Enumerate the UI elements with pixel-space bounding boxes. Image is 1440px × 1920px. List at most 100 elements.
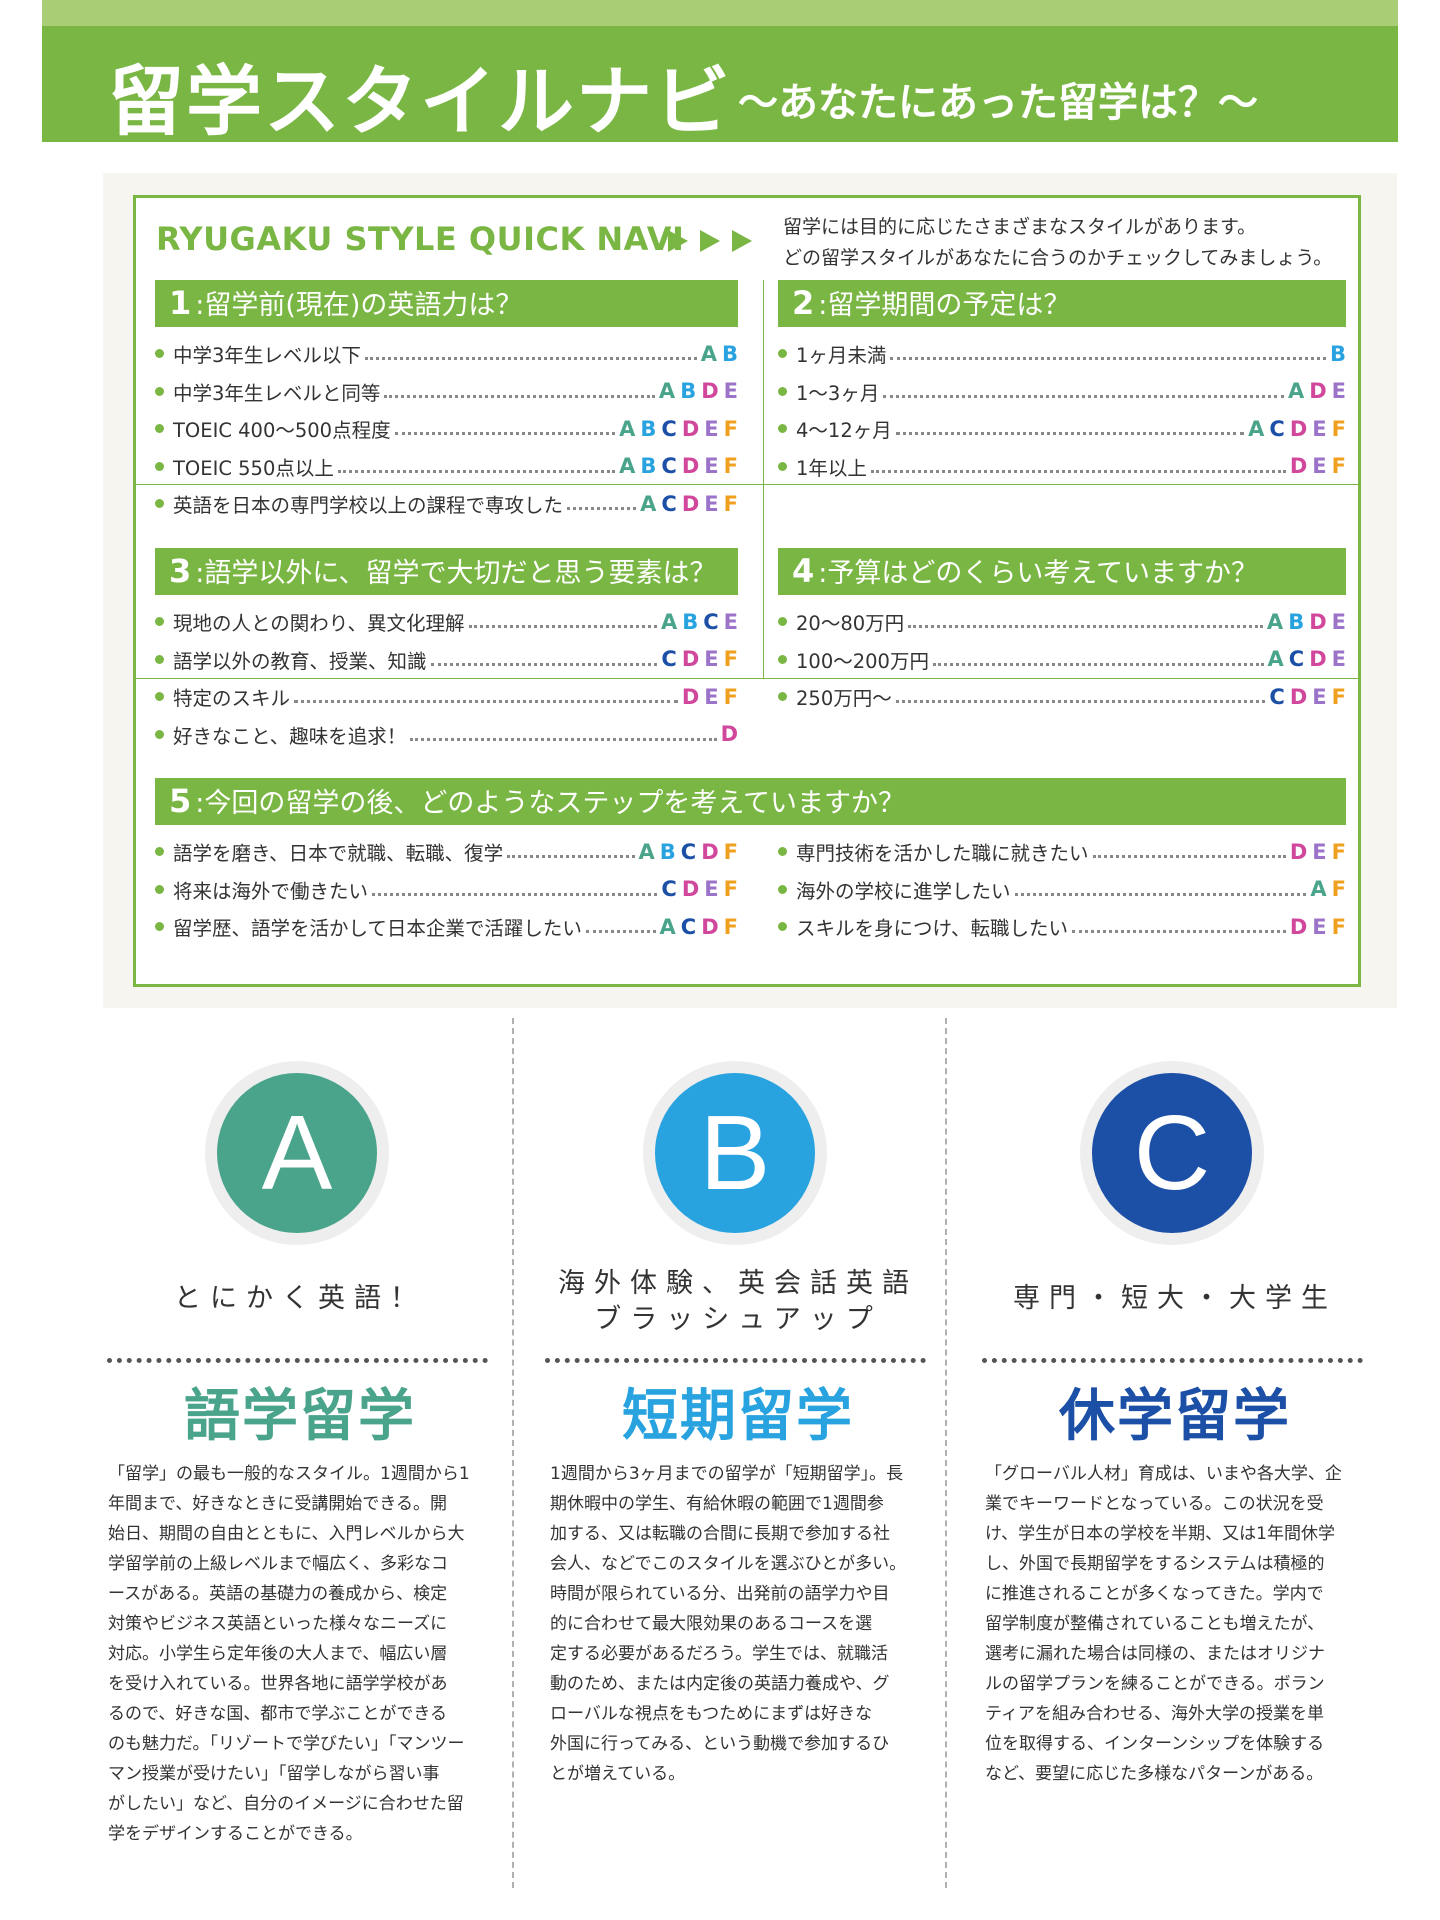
style-letter: D	[681, 454, 700, 479]
style-letter: A	[619, 416, 636, 441]
answer-label: 20〜80万円	[796, 612, 905, 636]
dotted-leader	[384, 394, 655, 398]
bullet-icon	[155, 386, 164, 396]
style-description: 1週間から3ヶ月までの留学が「短期留学」。長 期休暇中の学生、有給休暇の範囲で1週…	[550, 1459, 935, 1789]
section-title: :留学前(現在)の英語力は？	[195, 290, 523, 321]
style-letter: D	[681, 877, 700, 902]
description-line: 加する、又は転職の合間に長期で参加する社	[550, 1524, 890, 1544]
style-letter: F	[723, 914, 738, 939]
bullet-icon	[155, 922, 164, 932]
answer-label: 1〜3ヶ月	[796, 381, 880, 405]
description-line: 年間まで、好きなときに受講開始できる。開	[108, 1494, 447, 1514]
style-tagline: 海外体験、英会話英語 ブラッシュアップ	[538, 1266, 938, 1338]
bullet-icon	[778, 847, 787, 857]
answer-label: 特定のスキル	[173, 687, 291, 711]
question-section-4: 4:予算はどのくらい考えていますか？ 20〜80万円 A B D E 100〜200万円 A C…	[778, 548, 1346, 716]
style-letter: F	[1331, 877, 1346, 902]
triple-arrow-icon	[668, 230, 752, 252]
section-header: 5:今回の留学の後、どのようなステップを考えていますか？	[155, 778, 1346, 825]
bullet-icon	[778, 654, 787, 664]
dotted-leader	[870, 469, 1286, 473]
style-letter: F	[723, 416, 738, 441]
answer-item: 100〜200万円 A C D E	[778, 641, 1346, 679]
description-line: 留学制度が整備されていることも増えたが、	[985, 1614, 1325, 1634]
answer-item: 語学を磨き、日本で就職、転職、復学 A B C D F	[155, 833, 738, 871]
column-divider	[763, 280, 764, 678]
section-number: 3	[169, 552, 192, 590]
answer-item: 4〜12ヶ月 A C D E F	[778, 410, 1346, 448]
dotted-leader	[364, 357, 697, 361]
style-letter: C	[1269, 684, 1285, 709]
description-line: ースがある。英語の基礎力の養成から、検定	[108, 1584, 448, 1604]
style-description: 「グローバル人材」育成は、いまや各大学、企 業でキーワードとなっている。この状況を…	[985, 1459, 1375, 1789]
style-letter: C	[661, 877, 677, 902]
style-letter: E	[1312, 454, 1327, 479]
column-separator	[512, 1018, 514, 1888]
bullet-icon	[778, 692, 787, 702]
section-header: 1:留学前(現在)の英語力は？	[155, 280, 738, 327]
description-line: とが増えている。	[550, 1764, 686, 1784]
description-line: 1週間から3ヶ月までの留学が「短期留学」。長	[550, 1464, 904, 1484]
description-line: 「留学」の最も一般的なスタイル。1週間から1	[108, 1464, 470, 1484]
description-line: 会人、などでこのスタイルを選ぶひとが多い。	[550, 1554, 907, 1574]
matching-styles: DEF	[1290, 915, 1346, 939]
navi-title: RYUGAKU STYLE QUICK NAVI	[156, 220, 685, 258]
navi-description-line: 留学には目的に応じたさまざまなスタイルがあります。	[783, 216, 1257, 238]
style-tagline-line: ブラッシュアップ	[594, 1304, 882, 1335]
style-letter: B	[659, 839, 676, 864]
answer-label: 英語を日本の専門学校以上の課程で専攻した	[173, 494, 564, 518]
answer-label: スキルを身につけ、転職したい	[796, 917, 1069, 941]
description-line: のも魅力だ。「リゾートで学びたい」「マンツー	[108, 1734, 465, 1754]
answer-item: TOEIC 400〜500点程度 A B C D E F	[155, 410, 738, 448]
style-letter: D	[1289, 684, 1308, 709]
style-letter: A	[658, 379, 676, 404]
style-letter: F	[1331, 839, 1346, 864]
style-letter: D	[1289, 914, 1308, 939]
description-line: 「グローバル人材」育成は、いまや各大学、企	[985, 1464, 1342, 1484]
style-letter: D	[681, 684, 700, 709]
dotted-leader	[337, 469, 616, 473]
bullet-icon	[155, 884, 164, 894]
answer-item: 語学以外の教育、授業、知識 C D E F	[155, 641, 738, 679]
dotted-leader	[394, 432, 616, 436]
style-tagline-line: 海外体験、英会話英語	[558, 1268, 918, 1299]
answer-label: 中学3年生レベル以下	[173, 344, 361, 368]
style-letter: D	[720, 722, 738, 747]
description-line: け、学生が日本の学校を半期、又は1年間休学	[985, 1524, 1335, 1544]
description-line: ローバルな視点をもつためにまずは好きな	[550, 1704, 873, 1724]
answer-list: 1ヶ月未満 B 1〜3ヶ月 A D E 4〜12ヶ月 A C D E F 1年以上 D E F	[778, 335, 1346, 485]
description-line: に推進されることが多くなってきた。学内で	[985, 1584, 1324, 1604]
section-title: :語学以外に、留学で大切だと思う要素は？	[195, 558, 717, 589]
matching-styles: ABCE	[661, 610, 738, 634]
matching-styles: AF	[1310, 877, 1346, 901]
description-line: し、外国で長期留学をするシステムは積極的	[985, 1554, 1325, 1574]
bullet-icon	[778, 424, 787, 434]
description-line: ティアを組み合わせる、海外大学の授業を単	[985, 1704, 1324, 1724]
answer-item: 海外の学校に進学したい A F	[778, 871, 1346, 909]
header-top-strip	[42, 0, 1398, 26]
style-letter: E	[704, 647, 719, 672]
style-letter: B	[1288, 609, 1305, 634]
answer-item: 好きなこと、趣味を追求！ D	[155, 716, 738, 754]
description-line: 外国に行ってみる、という動機で参加するひ	[550, 1734, 890, 1754]
style-letter: D	[701, 839, 719, 864]
style-letter: A	[700, 341, 717, 366]
description-line: 位を取得する、インターンシップを体験する	[985, 1734, 1325, 1754]
answer-label: 海外の学校に進学したい	[796, 879, 1011, 903]
description-line: るので、好きな国、都市で学ぶことができる	[108, 1704, 447, 1724]
matching-styles: ACDE	[1268, 647, 1346, 671]
answer-label: 専門技術を活かした職に就きたい	[796, 842, 1089, 866]
dotted-divider	[545, 1358, 926, 1363]
description-line: がしたい」など、自分のイメージに合わせた留	[108, 1794, 464, 1814]
style-letter: E	[704, 454, 719, 479]
style-letter: B	[640, 454, 657, 479]
section-title: :今回の留学の後、どのようなステップを考えていますか？	[195, 788, 906, 819]
style-letter: D	[1309, 609, 1327, 634]
style-letter: E	[1312, 914, 1327, 939]
description-line: ルの留学プランを練ることができる。ボラン	[985, 1674, 1325, 1694]
style-letter: C	[680, 914, 697, 939]
answer-label: 将来は海外で働きたい	[173, 879, 369, 903]
matching-styles: CDEF	[661, 647, 738, 671]
style-letter: A	[619, 454, 636, 479]
page-subtitle: 〜あなたにあった留学は？〜	[738, 80, 1258, 126]
